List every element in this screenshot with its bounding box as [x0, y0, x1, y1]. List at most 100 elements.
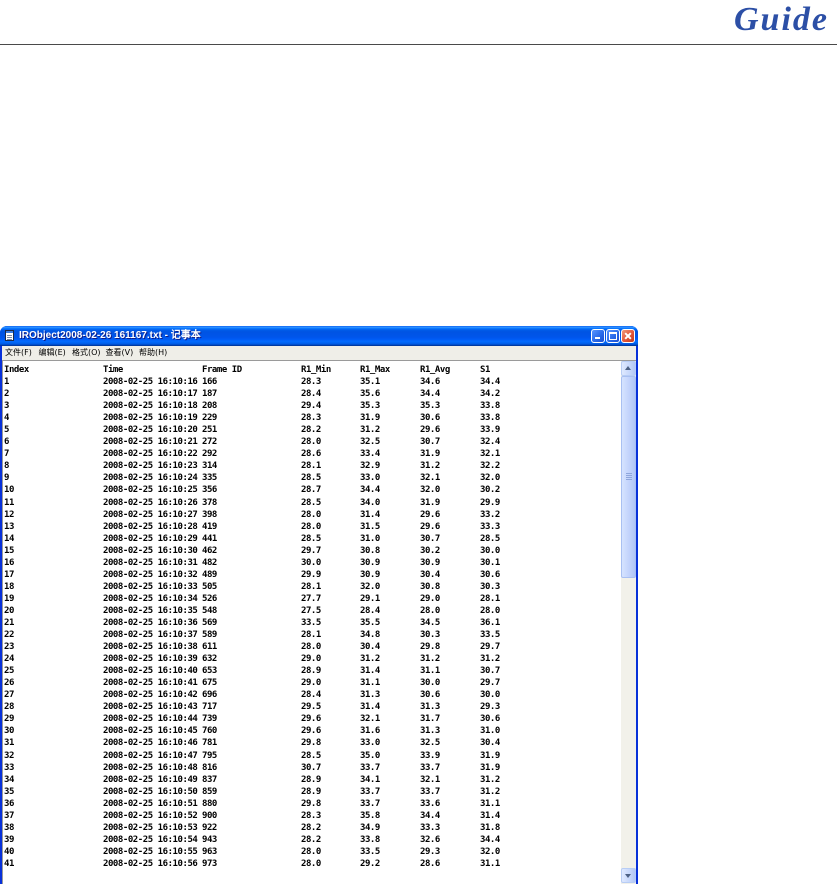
time-cell: 2008-02-25 16:10:41: [103, 678, 198, 689]
menu-edit[interactable]: 编辑(E): [39, 346, 73, 360]
table-row: 30 2008-02-25 16:10:45 760 29.6 31.6 31.3 31.0: [3, 725, 620, 737]
scroll-down-button[interactable]: [621, 868, 636, 883]
r1-avg-cell: 28.0: [420, 605, 440, 616]
frame-id-cell: 859: [202, 786, 217, 797]
time-cell: 2008-02-25 16:10:37: [103, 630, 198, 641]
index-cell: 32: [4, 750, 14, 761]
s1-cell: 30.7: [480, 666, 500, 677]
frame-id-cell: 482: [202, 557, 217, 568]
frame-id-cell: 675: [202, 678, 217, 689]
time-cell: 2008-02-25 16:10:46: [103, 738, 198, 749]
frame-id-cell: 166: [202, 377, 217, 388]
s1-cell: 30.4: [480, 738, 500, 749]
table-row: 32 2008-02-25 16:10:47 795 28.5 35.0 33.9 31.9: [3, 750, 620, 762]
frame-id-cell: 696: [202, 690, 217, 701]
r1-avg-cell: 30.3: [420, 630, 440, 641]
index-cell: 10: [4, 485, 14, 496]
r1-avg-cell: 30.9: [420, 557, 440, 568]
r1-max-cell: 29.1: [360, 593, 380, 604]
r1-avg-cell: 30.6: [420, 413, 440, 424]
vertical-scrollbar[interactable]: [621, 361, 636, 884]
time-cell: 2008-02-25 16:10:28: [103, 521, 198, 532]
s1-cell: 33.3: [480, 521, 500, 532]
r1-min-cell: 29.8: [301, 798, 321, 809]
r1-max-cell: 35.5: [360, 617, 380, 628]
r1-max-cell: 30.4: [360, 642, 380, 653]
r1-avg-cell: 29.8: [420, 642, 440, 653]
table-row: 7 2008-02-25 16:10:22 292 28.6 33.4 31.9 32.1: [3, 448, 620, 460]
table-row: 37 2008-02-25 16:10:52 900 28.3 35.8 34.4 31.4: [3, 810, 620, 822]
title-bar[interactable]: IRObject2008-02-26 161167.txt - 记事本: [0, 326, 638, 346]
r1-min-cell: 28.1: [301, 461, 321, 472]
frame-id-cell: 229: [202, 413, 217, 424]
close-button[interactable]: [621, 329, 635, 343]
table-row: 19 2008-02-25 16:10:34 526 27.7 29.1 29.0 28.1: [3, 593, 620, 605]
index-cell: 36: [4, 798, 14, 809]
s1-cell: 31.8: [480, 822, 500, 833]
r1-min-cell: 33.5: [301, 617, 321, 628]
table-row: 20 2008-02-25 16:10:35 548 27.5 28.4 28.0 28.0: [3, 605, 620, 617]
r1-min-cell: 28.5: [301, 750, 321, 761]
menu-file[interactable]: 文件(F): [5, 346, 39, 360]
r1-min-cell: 27.5: [301, 605, 321, 616]
scroll-track[interactable]: [621, 376, 636, 868]
table-row: 11 2008-02-25 16:10:26 378 28.5 34.0 31.9 29.9: [3, 497, 620, 509]
r1-min-cell: 27.7: [301, 593, 321, 604]
index-cell: 23: [4, 642, 14, 653]
r1-avg-cell: 34.4: [420, 389, 440, 400]
table-row: 34 2008-02-25 16:10:49 837 28.9 34.1 32.1 31.2: [3, 774, 620, 786]
notepad-icon[interactable]: [5, 330, 14, 341]
table-row: 13 2008-02-25 16:10:28 419 28.0 31.5 29.6 33.3: [3, 521, 620, 533]
s1-cell: 30.6: [480, 714, 500, 725]
s1-cell: 31.1: [480, 798, 500, 809]
s1-cell: 28.1: [480, 593, 500, 604]
r1-max-cell: 31.2: [360, 425, 380, 436]
r1-min-cell: 28.2: [301, 834, 321, 845]
r1-avg-cell: 32.6: [420, 834, 440, 845]
index-cell: 9: [4, 473, 9, 484]
s1-cell: 30.6: [480, 569, 500, 580]
index-cell: 4: [4, 413, 9, 424]
menu-view[interactable]: 查看(V): [106, 346, 140, 360]
menu-help[interactable]: 帮助(H): [139, 346, 173, 360]
table-row: 40 2008-02-25 16:10:55 963 28.0 33.5 29.3 32.0: [3, 846, 620, 858]
time-cell: 2008-02-25 16:10:54: [103, 834, 198, 845]
r1-min-cell: 29.6: [301, 726, 321, 737]
frame-id-cell: 208: [202, 401, 217, 412]
index-cell: 26: [4, 678, 14, 689]
r1-min-cell: 28.3: [301, 377, 321, 388]
s1-cell: 36.1: [480, 617, 500, 628]
table-row: 8 2008-02-25 16:10:23 314 28.1 32.9 31.2 32.2: [3, 460, 620, 472]
time-cell: 2008-02-25 16:10:21: [103, 437, 198, 448]
r1-max-cell: 31.4: [360, 702, 380, 713]
scroll-thumb[interactable]: [621, 376, 636, 578]
index-cell: 2: [4, 389, 9, 400]
r1-max-cell: 31.3: [360, 690, 380, 701]
column-header-index: Index: [4, 365, 29, 375]
frame-id-cell: 292: [202, 449, 217, 460]
minimize-button[interactable]: [591, 329, 605, 343]
table-row: 24 2008-02-25 16:10:39 632 29.0 31.2 31.2 31.2: [3, 653, 620, 665]
r1-avg-cell: 31.3: [420, 702, 440, 713]
frame-id-cell: 943: [202, 834, 217, 845]
r1-min-cell: 28.0: [301, 437, 321, 448]
menu-format[interactable]: 格式(O): [72, 346, 106, 360]
time-cell: 2008-02-25 16:10:45: [103, 726, 198, 737]
s1-cell: 34.4: [480, 377, 500, 388]
text-editor[interactable]: Index Time Frame ID R1_Min R1_Max R1_Avg…: [2, 360, 636, 884]
r1-max-cell: 33.0: [360, 473, 380, 484]
s1-cell: 30.3: [480, 581, 500, 592]
table-row: 3 2008-02-25 16:10:18 208 29.4 35.3 35.3 33.8: [3, 400, 620, 412]
maximize-button[interactable]: [606, 329, 620, 343]
time-cell: 2008-02-25 16:10:20: [103, 425, 198, 436]
index-cell: 8: [4, 461, 9, 472]
r1-min-cell: 28.1: [301, 581, 321, 592]
r1-min-cell: 30.0: [301, 557, 321, 568]
r1-avg-cell: 30.8: [420, 581, 440, 592]
table-row: 10 2008-02-25 16:10:25 356 28.7 34.4 32.0 30.2: [3, 484, 620, 496]
r1-max-cell: 31.5: [360, 521, 380, 532]
s1-cell: 34.2: [480, 389, 500, 400]
scroll-up-button[interactable]: [621, 361, 636, 376]
r1-min-cell: 29.6: [301, 714, 321, 725]
r1-max-cell: 31.4: [360, 666, 380, 677]
